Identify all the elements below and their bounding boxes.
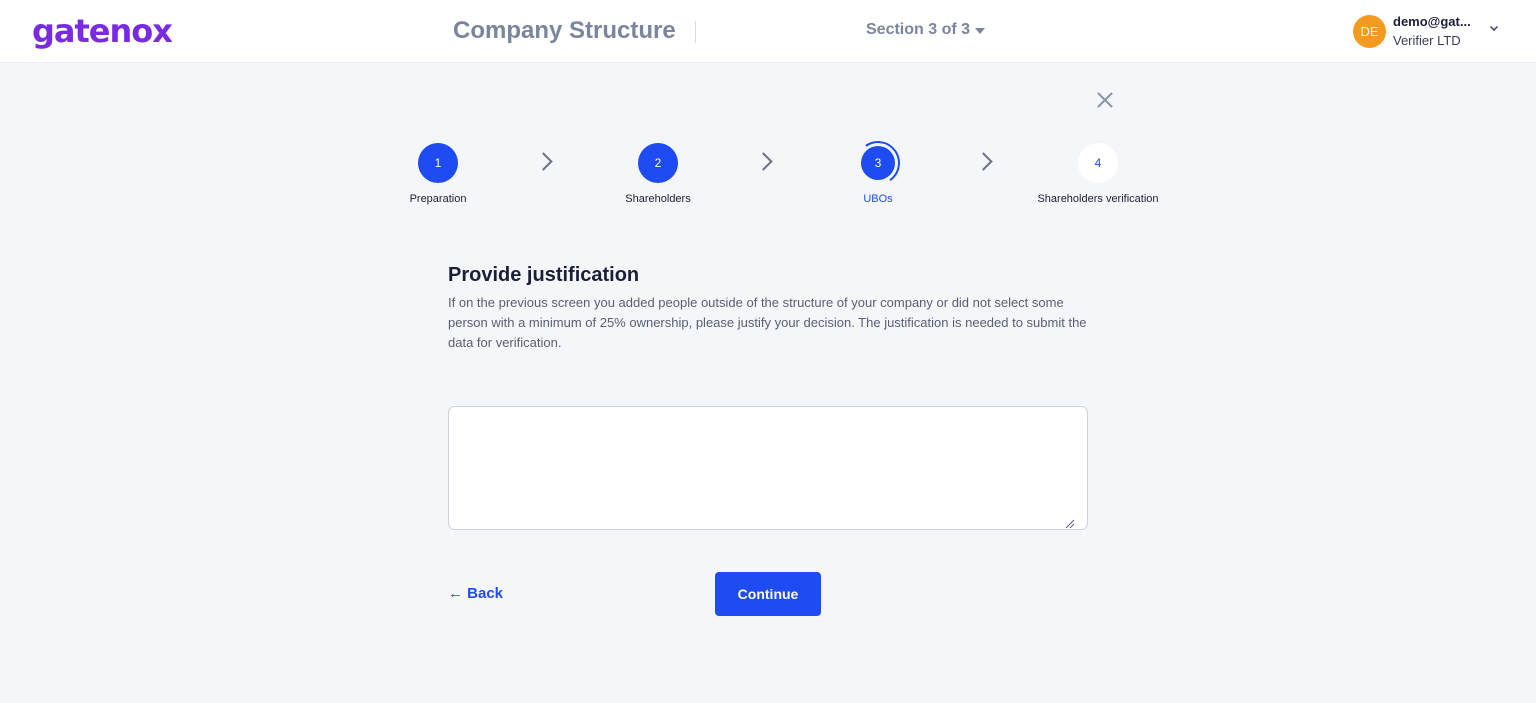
- continue-button[interactable]: Continue: [715, 572, 821, 616]
- step-preparation[interactable]: 1 Preparation: [358, 143, 518, 205]
- top-bar: gatenox Company Structure Section 3 of 3…: [0, 0, 1536, 63]
- form-heading: Provide justification: [448, 264, 640, 286]
- step-shareholders-verification[interactable]: 4 Shareholders verification: [1018, 143, 1178, 205]
- chevron-right-icon: [534, 152, 553, 171]
- form-description: If on the previous screen you added peop…: [448, 295, 1087, 350]
- section-selector[interactable]: Section 3 of 3: [866, 21, 986, 39]
- section-selector-label: Section 3 of 3: [866, 21, 971, 38]
- chevron-down-icon: [1490, 23, 1498, 31]
- chevron-right-icon: [974, 152, 993, 171]
- step-number: 2: [638, 143, 678, 183]
- gatenox-logo[interactable]: gatenox: [32, 12, 173, 50]
- progress-ring: [852, 137, 904, 189]
- step-current-indicator: 3: [852, 137, 904, 189]
- step-ubos[interactable]: 3 UBOs: [798, 137, 958, 205]
- chevron-right-icon: [754, 152, 773, 171]
- user-organization: Verifier LTD: [1393, 33, 1461, 48]
- caret-down-icon: [975, 28, 986, 34]
- back-link[interactable]: ← Back: [448, 585, 503, 602]
- avatar: DE: [1353, 15, 1386, 48]
- step-number: 1: [418, 143, 458, 183]
- page-title: Company Structure: [453, 17, 676, 44]
- step-shareholders[interactable]: 2 Shareholders: [578, 143, 738, 205]
- step-number: 4: [1078, 143, 1118, 183]
- close-icon[interactable]: [1094, 89, 1116, 111]
- user-email: demo@gat...: [1393, 14, 1471, 29]
- step-label: UBOs: [863, 193, 893, 205]
- justification-textarea[interactable]: [448, 406, 1088, 530]
- title-divider: [695, 21, 696, 43]
- user-menu[interactable]: DE demo@gat... Verifier LTD: [1353, 13, 1513, 53]
- step-label: Shareholders: [625, 193, 691, 205]
- step-label: Shareholders verification: [1037, 193, 1159, 205]
- step-label: Preparation: [409, 193, 467, 205]
